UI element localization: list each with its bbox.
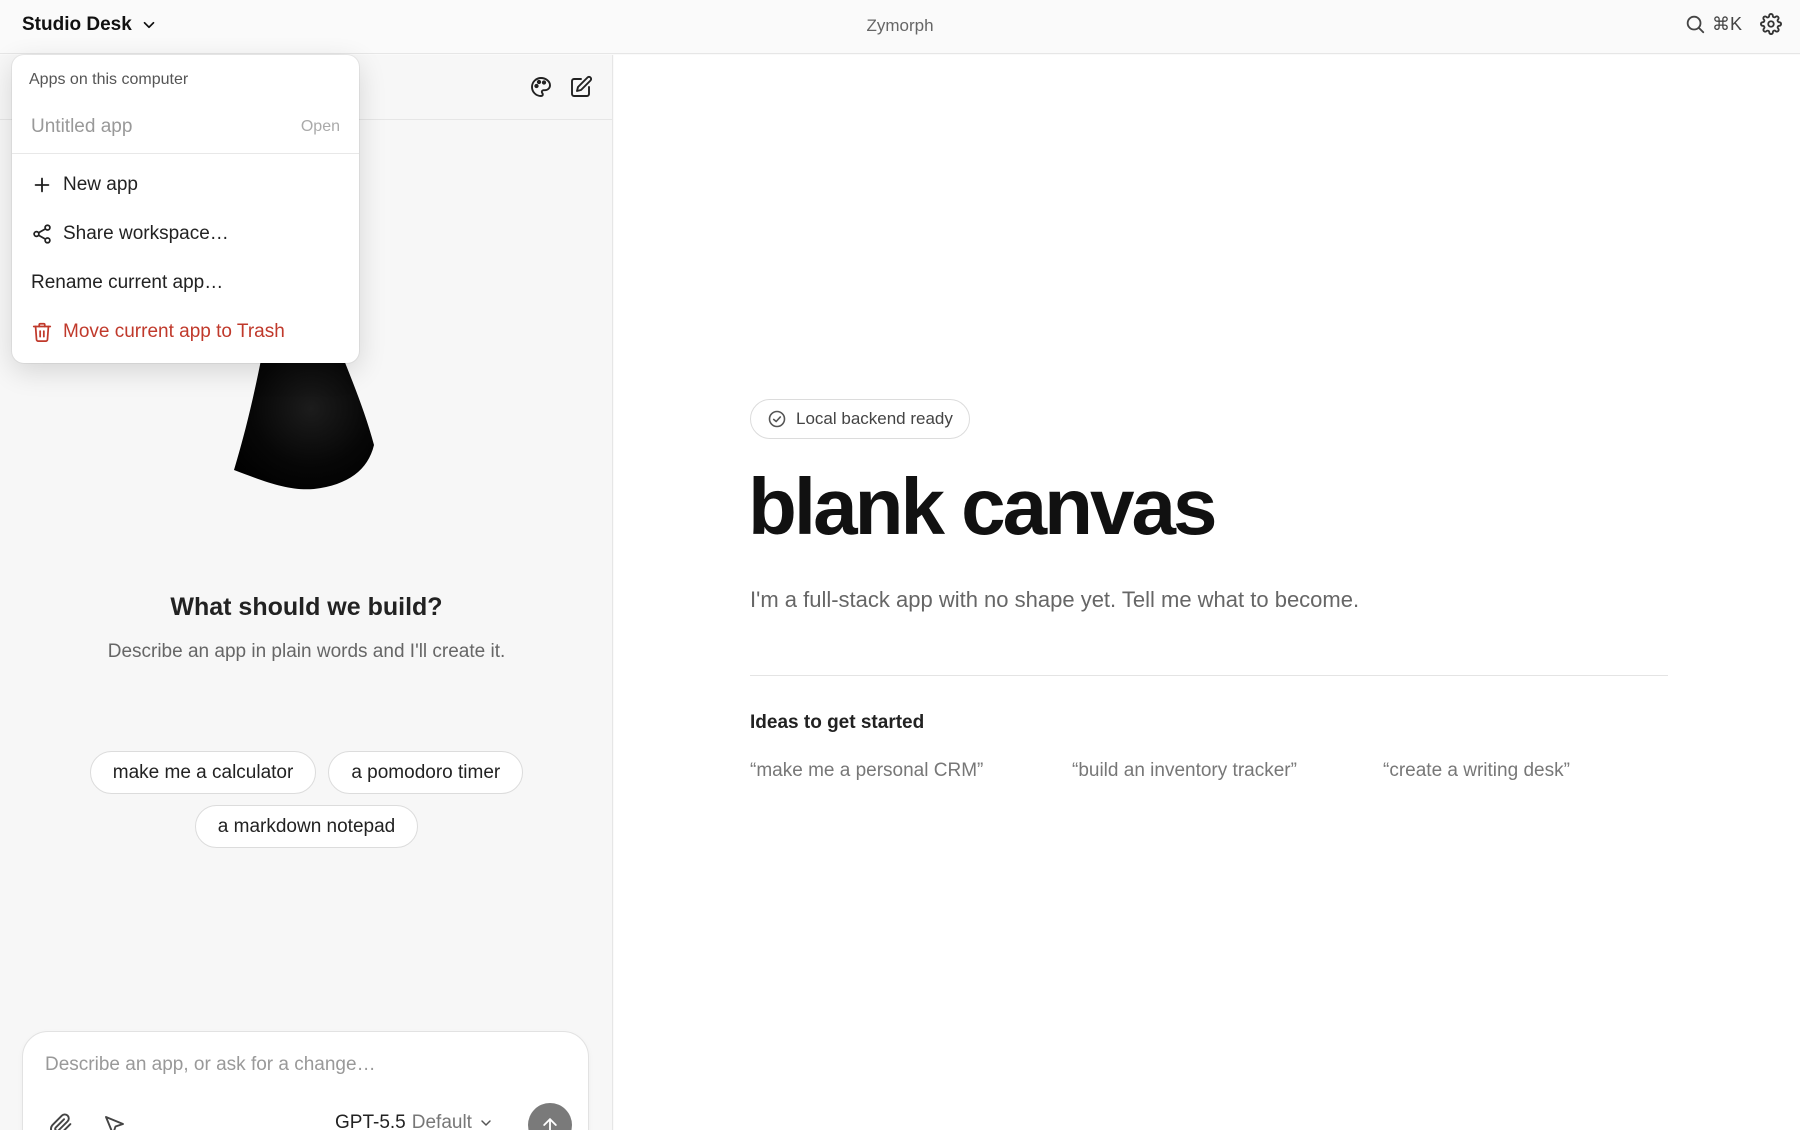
check-circle-icon — [768, 410, 786, 428]
ideas-heading: Ideas to get started — [750, 712, 925, 733]
new-chat-button[interactable] — [569, 75, 593, 99]
suggestion-chip[interactable]: a pomodoro timer — [328, 751, 524, 794]
select-element-button[interactable] — [102, 1113, 126, 1130]
workspace-switcher[interactable]: Studio Desk — [22, 14, 158, 36]
chevron-down-icon — [143, 21, 155, 29]
chevron-down-icon — [481, 1120, 491, 1126]
menu-divider — [12, 153, 359, 154]
status-badge: Local backend ready — [750, 399, 970, 439]
suggestion-chip[interactable]: a markdown notepad — [194, 805, 419, 848]
suggestion-chip[interactable]: make me a calculator — [89, 751, 317, 794]
search-button[interactable]: ⌘K — [1684, 13, 1742, 35]
search-icon — [1686, 15, 1705, 34]
ideas-list: “make me a personal CRM” “build an inven… — [750, 760, 1570, 782]
prompt-input[interactable] — [45, 1050, 565, 1080]
page-subtitle: I'm a full-stack app with no shape yet. … — [750, 587, 1360, 612]
top-bar: Studio Desk Zymorph ⌘K — [0, 0, 1800, 54]
divider — [750, 675, 1668, 676]
workspace-name: Studio Desk — [22, 14, 132, 35]
new-app-menu-item[interactable]: New app — [12, 165, 359, 205]
workspace-menu: Apps on this computer Untitled app Open … — [12, 55, 359, 363]
logo-mark — [234, 355, 374, 490]
plus-icon — [34, 177, 50, 193]
settings-button[interactable] — [1760, 13, 1782, 35]
gear-icon — [1760, 13, 1782, 35]
share-workspace-menu-item[interactable]: Share workspace… — [12, 214, 359, 254]
paperclip-icon — [50, 1113, 72, 1130]
search-shortcut: ⌘K — [1711, 13, 1742, 34]
status-label: Local backend ready — [796, 409, 953, 428]
rename-app-menu-item[interactable]: Rename current app… — [12, 263, 359, 303]
cursor-icon — [105, 1116, 124, 1130]
idea-item[interactable]: “make me a personal CRM” — [750, 760, 1072, 782]
edit-icon — [571, 76, 592, 97]
menu-app-item[interactable]: Untitled app Open — [12, 107, 359, 147]
welcome-subtitle: Describe an app in plain words and I'll … — [107, 641, 506, 662]
share-workspace-label: Share workspace… — [63, 223, 229, 244]
trash-app-label: Move current app to Trash — [63, 321, 285, 342]
composer: GPT-5.5 Default — [22, 1031, 589, 1130]
menu-app-status: Open — [300, 118, 340, 135]
idea-item[interactable]: “build an inventory tracker” — [1072, 760, 1383, 782]
send-button[interactable] — [528, 1103, 572, 1130]
trash-icon — [32, 322, 52, 343]
theme-button[interactable] — [529, 75, 553, 99]
menu-header: Apps on this computer — [29, 71, 189, 88]
attach-button[interactable] — [49, 1113, 73, 1130]
page-title: blank canvas — [748, 462, 1217, 551]
app-preview: Local backend ready blank canvas I'm a f… — [614, 55, 1800, 1130]
model-variant: Default — [411, 1112, 472, 1130]
idea-item[interactable]: “create a writing desk” — [1383, 760, 1570, 782]
arrow-up-icon — [543, 1118, 557, 1130]
model-name: GPT-5.5 — [335, 1112, 406, 1130]
model-selector[interactable]: GPT-5.5 Default — [335, 1112, 494, 1130]
trash-app-menu-item[interactable]: Move current app to Trash — [12, 312, 359, 352]
rename-app-label: Rename current app… — [31, 272, 224, 293]
new-app-label: New app — [63, 174, 138, 195]
share-icon — [33, 224, 51, 244]
app-title: Zymorph — [866, 16, 934, 35]
menu-app-name: Untitled app — [31, 116, 133, 137]
palette-icon — [531, 77, 551, 97]
welcome-title: What should we build? — [170, 593, 443, 621]
